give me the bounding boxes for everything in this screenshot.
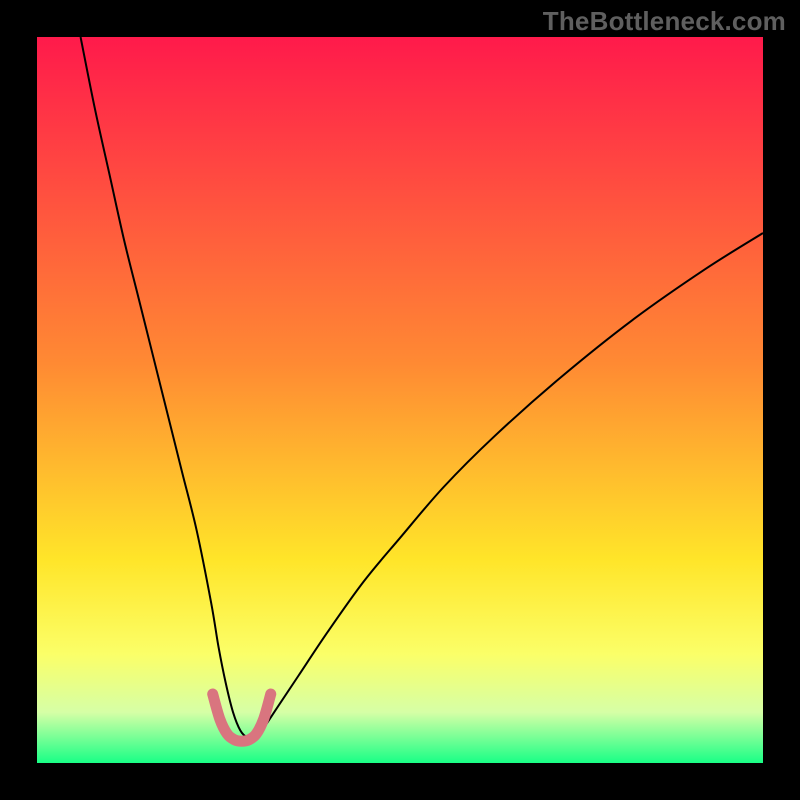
chart-frame: TheBottleneck.com	[0, 0, 800, 800]
plot-svg	[37, 37, 763, 763]
gradient-background	[37, 37, 763, 763]
plot-area	[37, 37, 763, 763]
watermark-text: TheBottleneck.com	[543, 6, 786, 37]
